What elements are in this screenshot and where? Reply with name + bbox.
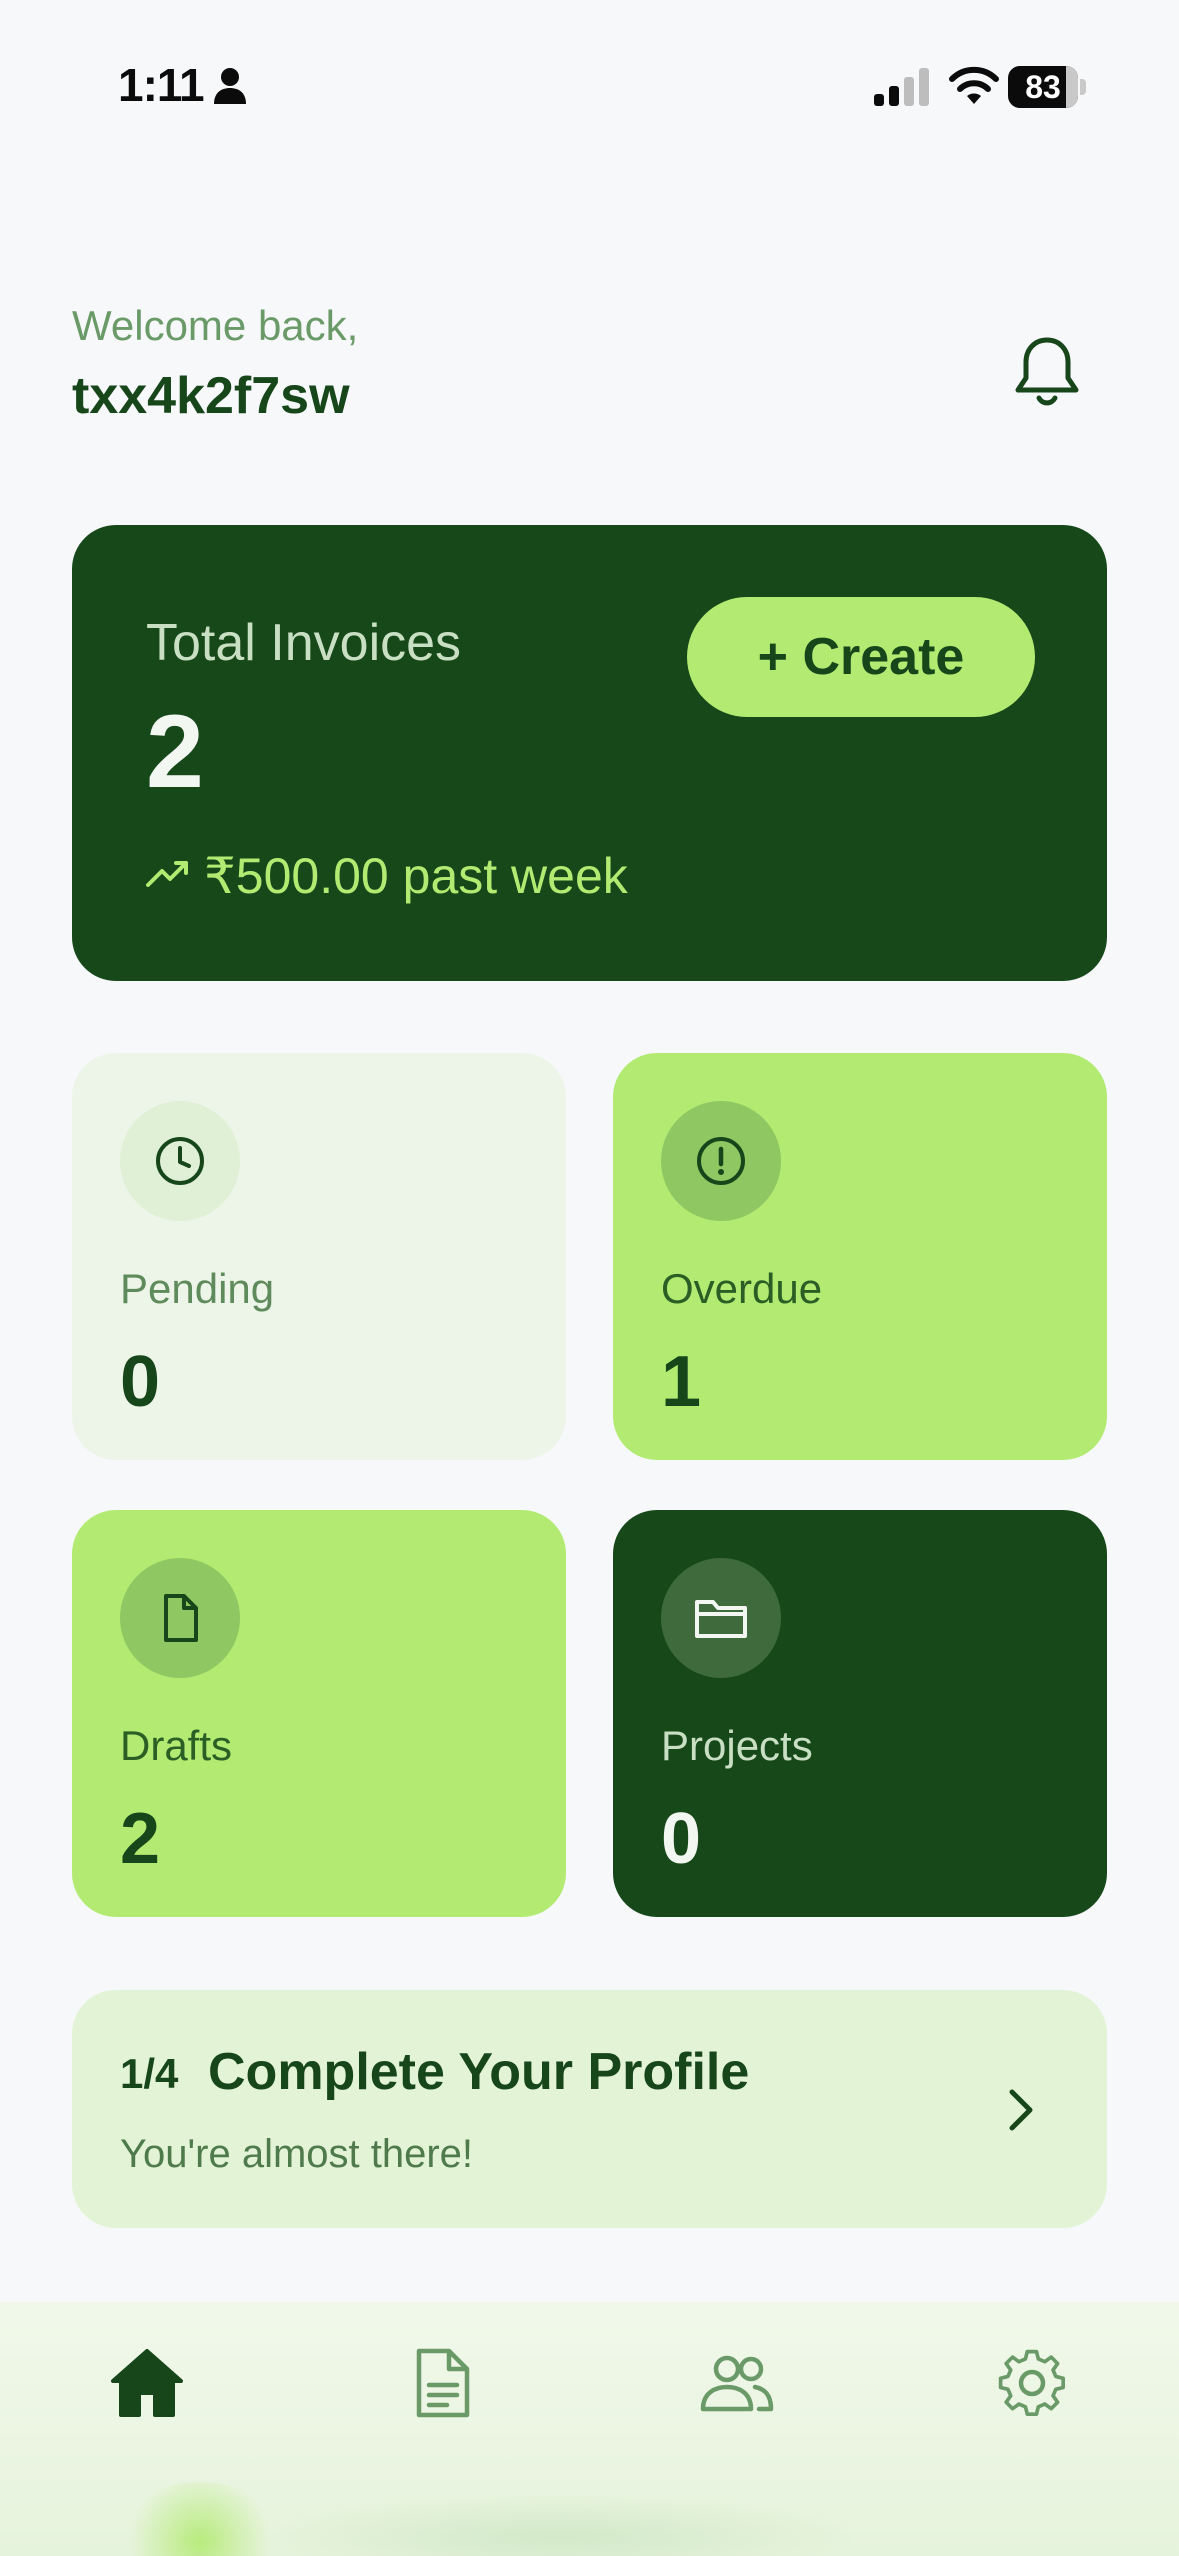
total-invoices-card[interactable]: Total Invoices 2 + Create ₹500.00 past w…: [72, 525, 1107, 981]
pending-label: Pending: [120, 1265, 275, 1312]
complete-profile-card[interactable]: 1/4 Complete Your Profile You're almost …: [72, 1990, 1107, 2228]
username: txx4k2f7sw: [72, 367, 350, 425]
clock-icon: [120, 1101, 240, 1221]
invoice-icon[interactable]: [397, 2338, 487, 2428]
home-icon[interactable]: [102, 2338, 192, 2428]
overdue-value: 1: [661, 1342, 702, 1422]
cellular-signal-icon: [874, 68, 929, 106]
file-icon: [120, 1558, 240, 1678]
projects-value: 0: [661, 1799, 702, 1879]
profile-subtitle: You're almost there!: [120, 2132, 474, 2176]
projects-label: Projects: [661, 1722, 813, 1769]
overdue-label: Overdue: [661, 1265, 823, 1312]
profile-title: Complete Your Profile: [208, 2043, 750, 2101]
trending-up-icon: [146, 861, 188, 887]
settings-icon[interactable]: [987, 2338, 1077, 2428]
person-icon: [214, 68, 246, 104]
drafts-tile[interactable]: Drafts 2: [72, 1510, 566, 1917]
drafts-value: 2: [120, 1799, 161, 1879]
create-invoice-button[interactable]: + Create: [687, 597, 1035, 717]
pending-value: 0: [120, 1342, 161, 1422]
projects-tile[interactable]: Projects 0: [613, 1510, 1107, 1917]
welcome-text: Welcome back,: [72, 302, 359, 349]
alert-circle-icon: [661, 1101, 781, 1221]
chevron-right-icon: [1009, 2089, 1033, 2131]
pending-tile[interactable]: Pending 0: [72, 1053, 566, 1460]
profile-step-counter: 1/4: [120, 2050, 179, 2097]
trend-text: ₹500.00 past week: [204, 848, 628, 904]
total-invoices-value: 2: [146, 694, 204, 810]
overdue-tile[interactable]: Overdue 1: [613, 1053, 1107, 1460]
folder-icon: [661, 1558, 781, 1678]
wifi-icon: [949, 66, 999, 104]
battery-indicator: 83: [1008, 66, 1086, 108]
battery-level: 83: [1025, 69, 1061, 105]
total-invoices-label: Total Invoices: [146, 614, 462, 672]
status-time: 1:11: [118, 59, 205, 111]
drafts-label: Drafts: [120, 1722, 233, 1769]
bell-icon[interactable]: [1012, 334, 1082, 410]
users-icon[interactable]: [692, 2338, 782, 2428]
bottom-navigation: [0, 2302, 1179, 2556]
